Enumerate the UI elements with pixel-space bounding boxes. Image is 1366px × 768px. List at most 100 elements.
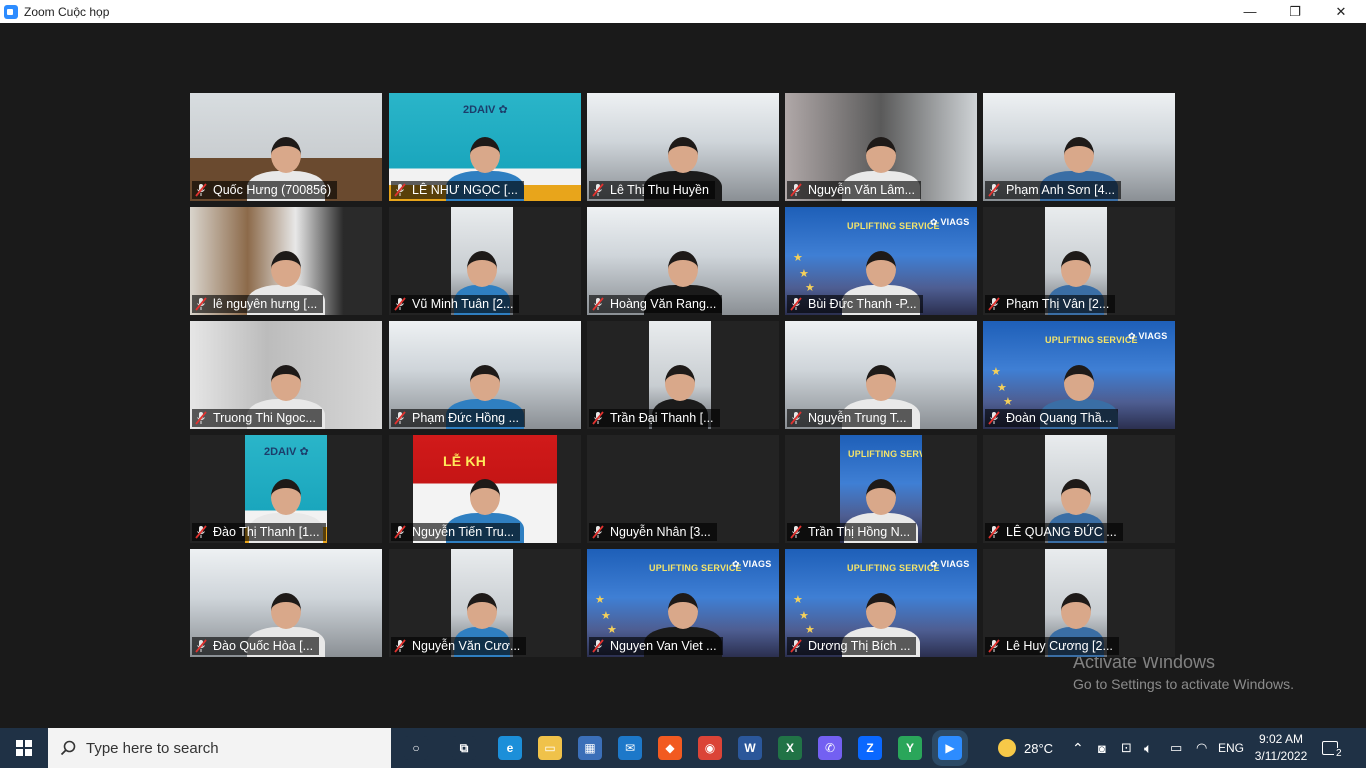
muted-mic-icon (195, 183, 207, 197)
participant-tile[interactable]: UPLIFTING SERVICE ✿ VIAGS ★ ★ ★ Đoàn Quang Th… (983, 321, 1175, 429)
chrome-icon[interactable]: ◉ (698, 736, 722, 760)
participant-name: Đào Thị Thanh [1... (213, 525, 320, 539)
viags-logo: ✿ VIAGS (930, 217, 970, 227)
muted-mic-icon (195, 525, 207, 539)
weather-temp: 28°C (1024, 740, 1054, 756)
participant-face (470, 479, 500, 515)
language-indicator[interactable]: ENG (1218, 728, 1244, 768)
participant-tile[interactable]: Phạm Thị Vân [2... (983, 207, 1175, 315)
battery-icon[interactable]: ▭ (1170, 728, 1182, 768)
star-decoration: ★ (805, 624, 815, 636)
clock-time: 9:02 AM (1258, 732, 1304, 746)
participant-name-bar: Nguyễn Nhân [3... (589, 523, 717, 541)
participant-tile[interactable]: UPLIFTING SERVICE ✿ VIAGS ★ ★ ★ Bùi Đức Thanh… (785, 207, 977, 315)
participant-tile[interactable]: UPLIFTING SERVICE ✿ VIAGS ★ ★ ★ Nguyen Van Vi… (587, 549, 779, 657)
participant-tile[interactable]: 2DAIV ✿ Đào Thị Thanh [1... (190, 435, 382, 543)
participant-tile[interactable]: Truong Thi Ngoc... (190, 321, 382, 429)
file-explorer-icon[interactable]: ▭ (538, 736, 562, 760)
participant-name: Nguyễn Văn Cươ... (412, 639, 521, 653)
word-icon[interactable]: W (738, 736, 762, 760)
participant-tile[interactable]: Vũ Minh Tuân [2... (389, 207, 581, 315)
participant-name: Trần Đại Thanh [... (610, 411, 714, 425)
restore-button[interactable]: ❐ (1272, 0, 1318, 23)
participant-tile[interactable]: lê nguyên hưng [... (190, 207, 382, 315)
uplifting-service-banner: UPLIFTING SERVICE (847, 563, 940, 573)
participant-face (866, 365, 896, 401)
participant-tile[interactable]: Nguyễn Trung T... (785, 321, 977, 429)
participant-face (470, 137, 500, 173)
search-icon (60, 740, 76, 756)
participant-tile[interactable]: UPLIFTING SERVICE ✿ VIAGS ★ ★ ★ Dương Thị Bíc… (785, 549, 977, 657)
participant-name-bar: Vũ Minh Tuân [2... (391, 295, 520, 313)
viags-logo: ✿ VIAGS (1128, 331, 1168, 341)
mail-icon[interactable]: ✉ (618, 736, 642, 760)
tray-overflow-icon[interactable]: ⌃ (1072, 728, 1084, 768)
store-icon[interactable]: ▦ (578, 736, 602, 760)
participant-face (470, 365, 500, 401)
participant-name-bar: Trần Đại Thanh [... (589, 409, 720, 427)
star-decoration: ★ (793, 252, 803, 264)
participant-tile[interactable]: LÊ QUANG ĐỨC ... (983, 435, 1175, 543)
muted-mic-icon (592, 183, 604, 197)
participant-tile[interactable]: Đào Quốc Hòa [... (190, 549, 382, 657)
taskbar-clock[interactable]: 9:02 AM 3/11/2022 (1252, 731, 1310, 765)
viags-logo: 2DAIV ✿ (264, 446, 309, 458)
participant-name: Nguyễn Văn Lâm... (808, 183, 916, 197)
task-view-icon[interactable]: ⧉ (452, 736, 476, 760)
participant-name-bar: Phạm Anh Sơn [4... (985, 181, 1121, 199)
muted-mic-icon (790, 525, 802, 539)
star-decoration: ★ (805, 282, 815, 294)
participant-name-bar: Phạm Đức Hồng ... (391, 409, 526, 427)
participant-tile[interactable]: Quốc Hưng (700856) (190, 93, 382, 201)
participant-tile[interactable]: Trần Đại Thanh [... (587, 321, 779, 429)
cortana-icon[interactable]: ○ (404, 736, 428, 760)
weather-icon (998, 739, 1016, 757)
participant-name-bar: LÊ NHƯ NGỌC [... (391, 181, 524, 199)
wifi-icon[interactable]: ◠ (1196, 728, 1207, 768)
participant-tile[interactable]: Lê Thị Thu Huyền (587, 93, 779, 201)
vpn-icon[interactable]: Y (898, 736, 922, 760)
close-button[interactable]: ✕ (1318, 0, 1364, 23)
participant-face (271, 593, 301, 629)
edge-icon[interactable]: e (498, 736, 522, 760)
participant-tile[interactable]: Nguyễn Nhân [3... (587, 435, 779, 543)
participant-tile[interactable]: UPLIFTING SERVICE Trần Thị Hồng N... (785, 435, 977, 543)
start-button[interactable] (0, 728, 48, 768)
brave-icon[interactable]: ◆ (658, 736, 682, 760)
notification-count: 2 (1334, 747, 1344, 759)
network-adapter-icon[interactable]: ⊡ (1121, 728, 1132, 768)
uplifting-service-banner: UPLIFTING SERVICE (848, 449, 922, 459)
participant-tile[interactable]: Nguyễn Văn Cươ... (389, 549, 581, 657)
participant-tile[interactable]: Lê Huy Cương [2... (983, 549, 1175, 657)
participant-tile[interactable]: Phạm Đức Hồng ... (389, 321, 581, 429)
viber-icon[interactable]: ✆ (818, 736, 842, 760)
participant-face (271, 251, 301, 287)
zoom-icon[interactable]: ▶ (938, 736, 962, 760)
excel-icon[interactable]: X (778, 736, 802, 760)
participant-face (467, 251, 497, 287)
participant-name: lê nguyên hưng [... (213, 297, 318, 311)
participant-name-bar: lê nguyên hưng [... (192, 295, 324, 313)
participant-tile[interactable]: Phạm Anh Sơn [4... (983, 93, 1175, 201)
participant-name: Phạm Anh Sơn [4... (1006, 183, 1115, 197)
participant-tile[interactable]: Hoàng Văn Rang... (587, 207, 779, 315)
participant-name: Vũ Minh Tuân [2... (412, 297, 514, 311)
participant-face (467, 593, 497, 629)
zalo-icon[interactable]: Z (858, 736, 882, 760)
weather-widget[interactable]: 28°C (998, 728, 1053, 768)
minimize-button[interactable]: — (1227, 0, 1273, 23)
participant-tile[interactable]: LỄ KH Nguyễn Tiến Tru... (389, 435, 581, 543)
participant-name: Lê Thị Thu Huyền (610, 183, 709, 197)
viags-logo: 2DAIV ✿ (463, 104, 508, 116)
star-decoration: ★ (595, 594, 605, 606)
participant-tile[interactable]: Nguyễn Văn Lâm... (785, 93, 977, 201)
star-decoration: ★ (997, 382, 1007, 394)
volume-icon[interactable]: 🔈︎ (1144, 728, 1152, 768)
participant-tile[interactable]: 2DAIV ✿ LÊ NHƯ NGỌC [... (389, 93, 581, 201)
notification-center-button[interactable]: 2 (1322, 728, 1344, 768)
taskbar-search-box[interactable]: Type here to search (48, 728, 391, 768)
muted-mic-icon (790, 411, 802, 425)
muted-mic-icon (195, 639, 207, 653)
participant-name-bar: Lê Huy Cương [2... (985, 637, 1119, 655)
meet-now-icon[interactable]: ◙ (1098, 728, 1106, 768)
